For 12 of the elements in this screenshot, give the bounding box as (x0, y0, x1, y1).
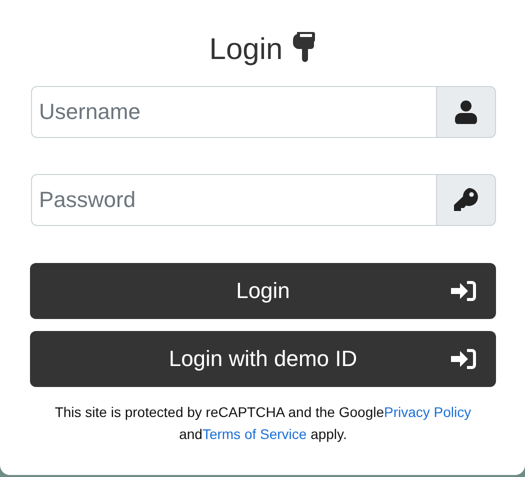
user-icon (455, 100, 477, 124)
terms-of-service-link[interactable]: Terms of Service (202, 426, 307, 442)
page-title: Login (209, 33, 283, 67)
input-field[interactable]: Password (31, 174, 436, 226)
input-field[interactable]: Username (31, 86, 436, 138)
recaptcha-notice: This site is protected by reCAPTCHA and the GooglePrivacy Policy andTerms of Service apply. (54, 403, 472, 444)
sign-in-icon (451, 349, 476, 369)
key-icon (454, 188, 478, 212)
login-button[interactable]: Login with demo ID (30, 331, 496, 387)
privacy-policy-link[interactable]: Privacy Policy (384, 404, 472, 420)
login-button[interactable]: Login (30, 263, 496, 319)
sign-in-icon (451, 281, 476, 301)
